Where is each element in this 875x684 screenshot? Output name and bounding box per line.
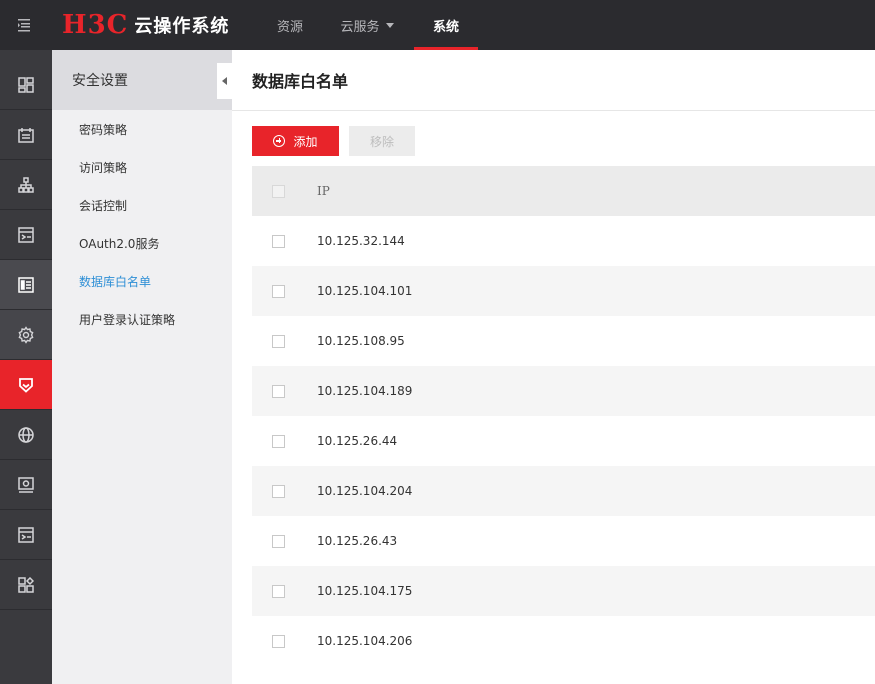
service-list-icon: [18, 226, 34, 243]
table-row[interactable]: 10.125.104.189: [252, 366, 875, 416]
add-button[interactable]: 添加: [252, 126, 339, 156]
sidebar-tasks[interactable]: [0, 510, 52, 560]
table-row[interactable]: 10.125.104.175: [252, 566, 875, 616]
row-checkbox[interactable]: [272, 234, 285, 248]
subnav-item-access-policy[interactable]: 访问策略: [52, 148, 232, 186]
sidebar-apps[interactable]: [0, 560, 52, 610]
sidebar-dashboard[interactable]: [0, 60, 52, 110]
subnav-item-oauth[interactable]: OAuth2.0服务: [52, 224, 232, 262]
table-header: IP: [252, 166, 875, 216]
column-header-ip: IP: [317, 184, 330, 198]
nav-system[interactable]: 系统: [414, 0, 478, 50]
subnav-title: 安全设置: [72, 73, 128, 89]
subnav-item-label: 访问策略: [79, 160, 128, 175]
subnav-item-label: OAuth2.0服务: [79, 236, 160, 251]
nav-system-label: 系统: [432, 19, 459, 35]
subnav-item-label: 数据库白名单: [79, 274, 152, 289]
row-checkbox[interactable]: [272, 484, 285, 498]
ip-cell: 10.125.104.101: [317, 284, 413, 298]
ip-cell: 10.125.104.175: [317, 584, 413, 598]
table-row[interactable]: 10.125.32.144: [252, 216, 875, 266]
table-row[interactable]: 10.125.26.43: [252, 516, 875, 566]
subnav-item-label: 会话控制: [79, 198, 128, 213]
logo-text: 云操作系统: [134, 16, 230, 37]
logo-mark: H3C: [62, 10, 129, 40]
logo: H3C 云操作系统: [62, 0, 229, 50]
ip-cell: 10.125.104.206: [317, 634, 413, 648]
row-checkbox[interactable]: [272, 434, 285, 448]
sidebar-settings[interactable]: [0, 310, 52, 360]
subnav-item-label: 密码策略: [79, 122, 128, 137]
ip-cell: 10.125.104.189: [317, 384, 413, 398]
table-row[interactable]: 10.125.104.206: [252, 616, 875, 666]
subnav-item-login-auth-policy[interactable]: 用户登录认证策略: [52, 300, 232, 338]
table-row[interactable]: 10.125.108.95: [252, 316, 875, 366]
icon-sidebar: [0, 50, 52, 684]
row-checkbox[interactable]: [272, 584, 285, 598]
nav-resources[interactable]: 资源: [262, 0, 318, 50]
globe-icon: [18, 426, 34, 443]
sidebar-topology[interactable]: [0, 160, 52, 210]
sidebar-reports[interactable]: [0, 260, 52, 310]
report-icon: [18, 276, 34, 293]
main-content: 数据库白名单 添加 移除 IP 10.125.32.144 10.125.104…: [232, 50, 875, 684]
add-button-label: 添加: [293, 134, 318, 149]
collapse-subnav-button[interactable]: [217, 63, 233, 99]
ip-cell: 10.125.104.204: [317, 484, 413, 498]
table-row[interactable]: 10.125.104.101: [252, 266, 875, 316]
sidebar-calendar[interactable]: [0, 110, 52, 160]
whitelist-table: IP 10.125.32.144 10.125.104.101 10.125.1…: [252, 166, 875, 666]
subnav-item-session-control[interactable]: 会话控制: [52, 186, 232, 224]
ip-cell: 10.125.26.44: [317, 434, 398, 448]
remove-button-label: 移除: [369, 134, 394, 149]
table-row[interactable]: 10.125.26.44: [252, 416, 875, 466]
nav-cloud-services[interactable]: 云服务: [330, 0, 404, 50]
menu-collapse-icon: [18, 19, 30, 32]
chevron-down-icon: [385, 22, 394, 28]
ip-cell: 10.125.26.43: [317, 534, 398, 548]
toolbar: 添加 移除: [252, 126, 415, 156]
ip-cell: 10.125.32.144: [317, 234, 405, 248]
ip-cell: 10.125.108.95: [317, 334, 405, 348]
sub-navigation: 安全设置 密码策略 访问策略 会话控制 OAuth2.0服务 数据库白名单 用户…: [52, 50, 233, 684]
calendar-icon: [18, 127, 34, 143]
subnav-header: 安全设置: [52, 50, 233, 110]
list-arrow-icon: [18, 526, 34, 543]
menu-toggle-button[interactable]: [0, 0, 50, 50]
sidebar-monitor[interactable]: [0, 460, 52, 510]
sidebar-security[interactable]: [0, 360, 52, 410]
row-checkbox[interactable]: [272, 634, 285, 648]
row-checkbox[interactable]: [272, 384, 285, 398]
sidebar-network[interactable]: [0, 410, 52, 460]
nav-resources-label: 资源: [276, 19, 303, 35]
chevron-left-icon: [222, 77, 227, 85]
dashboard-icon: [18, 76, 34, 93]
topology-icon: [18, 176, 34, 193]
subnav-item-label: 用户登录认证策略: [79, 312, 176, 327]
monitor-gear-icon: [18, 476, 34, 493]
sidebar-services[interactable]: [0, 210, 52, 260]
row-checkbox[interactable]: [272, 534, 285, 548]
row-checkbox[interactable]: [272, 334, 285, 348]
row-checkbox[interactable]: [272, 284, 285, 298]
table-row[interactable]: 10.125.104.204: [252, 466, 875, 516]
subnav-item-password-policy[interactable]: 密码策略: [52, 110, 232, 148]
gear-icon: [18, 325, 34, 344]
select-all-checkbox[interactable]: [272, 184, 285, 198]
shield-icon: [19, 377, 33, 393]
page-title: 数据库白名单: [232, 50, 875, 111]
plus-circle-icon: [273, 135, 286, 147]
remove-button[interactable]: 移除: [349, 126, 415, 156]
top-bar: H3C 云操作系统 资源 云服务 系统: [0, 0, 875, 50]
apps-icon: [18, 576, 34, 593]
subnav-item-db-whitelist[interactable]: 数据库白名单: [52, 262, 232, 300]
nav-cloud-services-label: 云服务: [340, 19, 380, 35]
